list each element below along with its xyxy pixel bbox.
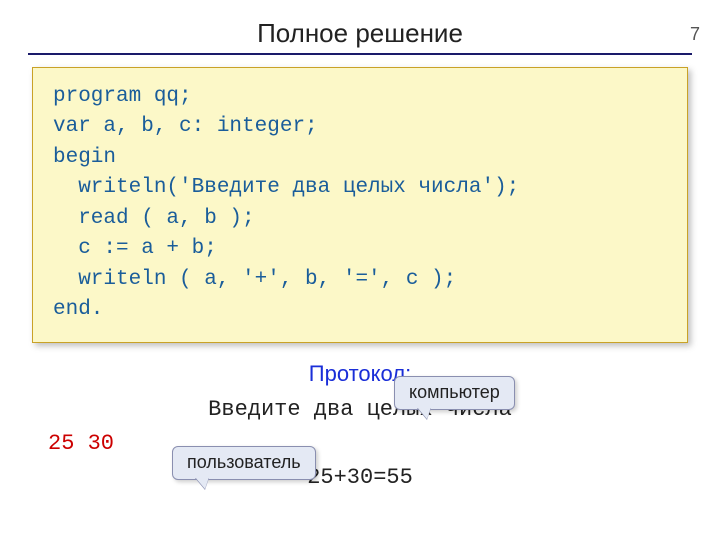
slide-title: Полное решение (0, 18, 720, 49)
callout-tail (195, 477, 209, 489)
callout-computer: компьютер (394, 376, 515, 410)
console-output: Введите два целых числа 25 30 25+30=55 (0, 393, 720, 495)
console-prompt: Введите два целых числа (0, 393, 720, 427)
callout-user-label: пользователь (187, 452, 301, 472)
code-line: writeln ( a, '+', b, '=', c ); (53, 265, 667, 295)
callout-user: пользователь (172, 446, 316, 480)
protocol-heading: Протокол: (0, 361, 720, 387)
page-number: 7 (690, 24, 700, 45)
console-result: 25+30=55 (0, 461, 720, 495)
console-user-input: 25 30 (0, 427, 720, 461)
code-line: writeln('Введите два целых числа'); (53, 173, 667, 203)
code-block: program qq; var a, b, c: integer; begin … (32, 67, 688, 343)
code-line: c := a + b; (53, 234, 667, 264)
code-line: read ( a, b ); (53, 204, 667, 234)
code-line: program qq; (53, 82, 667, 112)
callout-tail (417, 407, 431, 419)
callout-computer-label: компьютер (409, 382, 500, 402)
title-rule (28, 53, 692, 55)
code-line: var a, b, c: integer; (53, 112, 667, 142)
code-line: end. (53, 295, 667, 325)
code-line: begin (53, 143, 667, 173)
